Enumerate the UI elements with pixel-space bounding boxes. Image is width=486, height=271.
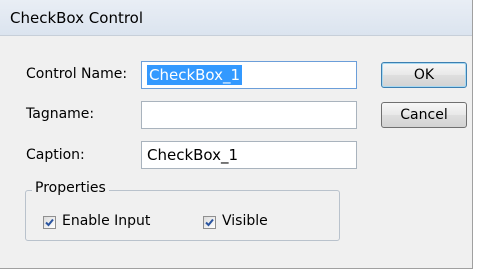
cancel-button[interactable]: Cancel — [381, 102, 467, 128]
properties-legend: Properties — [32, 180, 109, 196]
tagname-input[interactable] — [141, 101, 357, 129]
caption-label: Caption: — [26, 147, 85, 163]
window-title: CheckBox Control — [10, 9, 144, 27]
tagname-label: Tagname: — [26, 106, 95, 122]
control-name-label: Control Name: — [26, 66, 128, 82]
title-bar: CheckBox Control — [0, 0, 472, 36]
check-icon — [205, 218, 214, 227]
visible-label[interactable]: Visible — [222, 213, 268, 229]
ok-button[interactable]: OK — [381, 62, 467, 88]
checkbox-control-dialog: CheckBox Control Control Name: CheckBox_… — [0, 0, 473, 269]
check-icon — [45, 218, 54, 227]
caption-input[interactable]: CheckBox_1 — [141, 141, 357, 169]
visible-checkbox[interactable] — [203, 216, 216, 229]
control-name-input[interactable]: CheckBox_1 — [141, 61, 357, 89]
control-name-value: CheckBox_1 — [147, 65, 243, 85]
enable-input-label[interactable]: Enable Input — [62, 213, 150, 229]
enable-input-checkbox[interactable] — [43, 216, 56, 229]
